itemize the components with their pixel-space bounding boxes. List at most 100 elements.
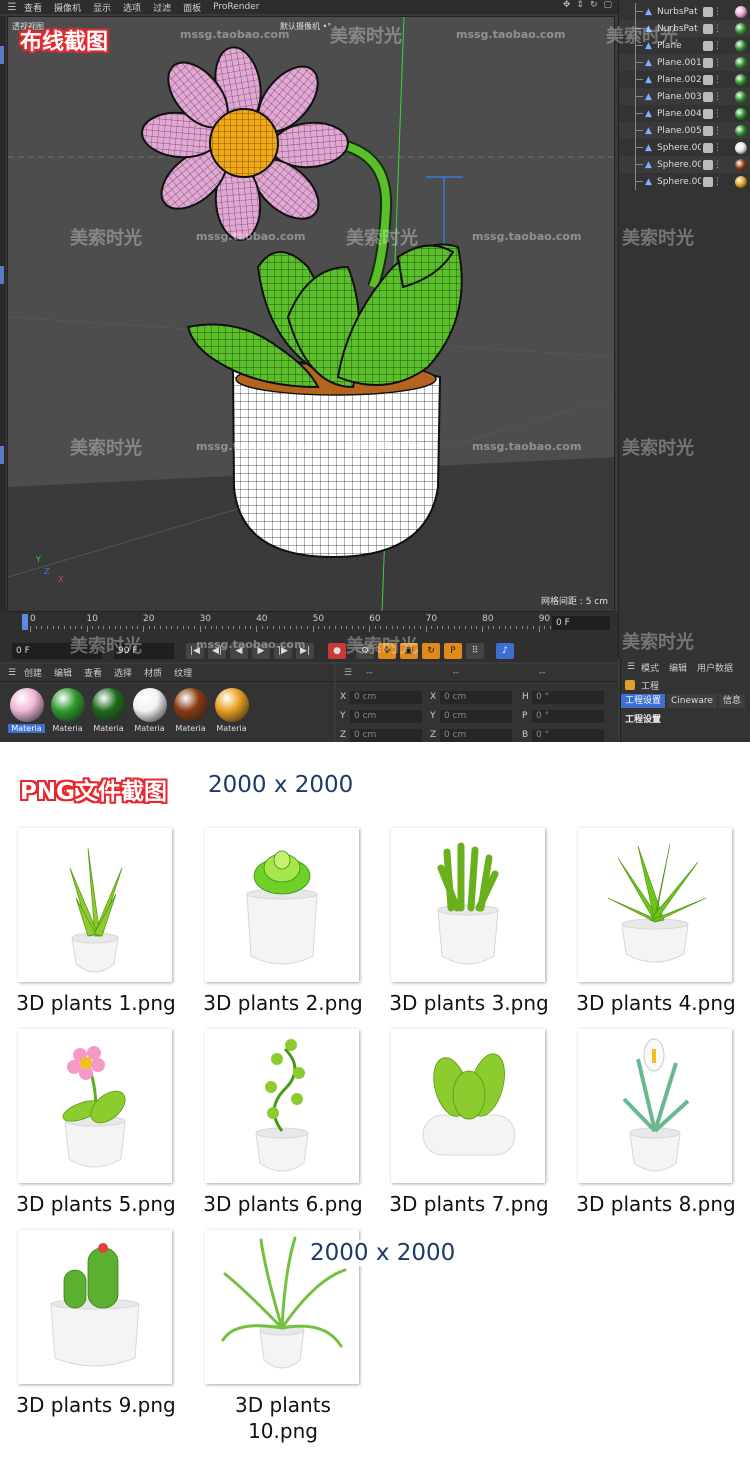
material-swatch[interactable]: Materia [90, 688, 127, 733]
material-swatch[interactable]: Materia [8, 688, 45, 733]
object-row[interactable]: ▲ Sphere.00 ⋮ [619, 139, 750, 156]
coord-value-input[interactable]: 0 cm [350, 728, 422, 742]
visibility-check-icon[interactable] [703, 125, 713, 136]
object-row[interactable]: ▲ Plane ⋮ [619, 37, 750, 54]
autokey-icon[interactable]: ⚙ [356, 643, 374, 659]
visibility-check-icon[interactable] [703, 74, 713, 85]
key-grid-icon[interactable]: ⠿ [466, 643, 484, 659]
coord-value-input[interactable]: 0 cm [350, 690, 422, 704]
object-row[interactable]: ▲ Plane.002 ⋮ [619, 71, 750, 88]
menu-view[interactable]: 查看 [24, 1, 42, 14]
menu-display[interactable]: 显示 [93, 1, 111, 14]
maximize-view-icon[interactable]: ▢ [603, 0, 612, 10]
render-dots-icon[interactable]: ⋮ [713, 24, 722, 34]
next-key-icon[interactable]: |▶ [274, 643, 292, 659]
coord-value-input[interactable]: 0 ° [532, 709, 604, 723]
render-dots-icon[interactable]: ⋮ [713, 160, 722, 170]
coord-value-input[interactable]: 0 cm [440, 728, 512, 742]
render-dots-icon[interactable]: ⋮ [713, 58, 722, 68]
current-frame-field[interactable]: 0 F [12, 643, 102, 659]
record-icon[interactable]: ● [328, 643, 346, 659]
previous-key-icon[interactable]: ◀| [208, 643, 226, 659]
coord-value-input[interactable]: 0 ° [532, 690, 604, 704]
mat-menu-select[interactable]: 选择 [114, 666, 132, 679]
rotate-view-icon[interactable]: ↻ [590, 0, 598, 10]
go-to-start-icon[interactable]: |◀ [186, 643, 204, 659]
material-tag-icon[interactable] [735, 5, 747, 18]
render-dots-icon[interactable]: ⋮ [713, 143, 722, 153]
key-param-icon[interactable]: P [444, 643, 462, 659]
key-rotation-icon[interactable]: ↻ [422, 643, 440, 659]
menu-filter[interactable]: 过滤 [153, 1, 171, 14]
tool-block[interactable] [0, 266, 4, 284]
material-tag-icon[interactable] [735, 141, 747, 154]
mat-menu-edit[interactable]: 编辑 [54, 666, 72, 679]
render-dots-icon[interactable]: ⋮ [713, 75, 722, 85]
tool-block[interactable] [0, 46, 4, 64]
sound-icon[interactable]: ♪ [496, 643, 514, 659]
visibility-check-icon[interactable] [703, 91, 713, 102]
material-tag-icon[interactable] [735, 90, 747, 103]
material-tag-icon[interactable] [735, 124, 747, 137]
png-thumbnail-tile[interactable]: 3D plants 8.png [576, 1029, 736, 1217]
material-swatch[interactable]: Materia [49, 688, 86, 733]
visibility-check-icon[interactable] [703, 108, 713, 119]
png-thumbnail-tile[interactable]: 3D plants 1.png [16, 828, 176, 1016]
png-thumbnail-tile[interactable]: 3D plants 5.png [16, 1029, 176, 1217]
coord-value-input[interactable]: 0 cm [440, 709, 512, 723]
end-frame-field[interactable]: 90 F [114, 643, 174, 659]
zoom-view-icon[interactable]: ⇕ [576, 0, 584, 10]
material-tag-icon[interactable] [735, 73, 747, 86]
go-to-end-icon[interactable]: ▶| [296, 643, 314, 659]
key-scale-icon[interactable]: ▣ [400, 643, 418, 659]
playhead[interactable] [22, 614, 28, 630]
menu-camera[interactable]: 摄像机 [54, 1, 81, 14]
tab-cineware[interactable]: Cineware [667, 694, 717, 708]
visibility-check-icon[interactable] [703, 57, 713, 68]
menu-icon[interactable]: ☰ [0, 2, 24, 13]
mat-menu-create[interactable]: 创建 [24, 666, 42, 679]
material-tag-icon[interactable] [735, 175, 747, 188]
png-thumbnail-tile[interactable]: 3D plants 3.png [389, 828, 549, 1016]
menu-icon[interactable]: ☰ [621, 662, 641, 672]
render-dots-icon[interactable]: ⋮ [713, 177, 722, 187]
coord-value-input[interactable]: 0 ° [532, 728, 604, 742]
perspective-viewport[interactable]: 透视视图 默认摄像机 •° 网格间距 : 5 cm Y X Z [7, 16, 615, 612]
object-row[interactable]: ▲ NurbsPat ⋮ [619, 3, 750, 20]
mat-menu-texture[interactable]: 纹理 [174, 666, 192, 679]
material-swatch[interactable]: Materia [213, 688, 250, 733]
object-row[interactable]: ▲ Plane.005 ⋮ [619, 122, 750, 139]
coord-value-input[interactable]: 0 cm [350, 709, 422, 723]
previous-frame-icon[interactable]: ◀ [230, 643, 248, 659]
render-dots-icon[interactable]: ⋮ [713, 41, 722, 51]
menu-options[interactable]: 选项 [123, 1, 141, 14]
frame-range-field[interactable]: 0 F [552, 616, 610, 630]
render-dots-icon[interactable]: ⋮ [713, 92, 722, 102]
move-view-icon[interactable]: ✥ [563, 0, 571, 10]
png-thumbnail-tile[interactable]: 3D plants 7.png [389, 1029, 549, 1217]
menu-panel[interactable]: 面板 [183, 1, 201, 14]
render-dots-icon[interactable]: ⋮ [713, 126, 722, 136]
object-row[interactable]: ▲ Plane.004 ⋮ [619, 105, 750, 122]
object-row[interactable]: ▲ Sphere.00 ⋮ [619, 173, 750, 190]
visibility-check-icon[interactable] [703, 176, 713, 187]
object-row[interactable]: ▲ Plane.003 ⋮ [619, 88, 750, 105]
render-dots-icon[interactable]: ⋮ [713, 7, 722, 17]
coord-value-input[interactable]: 0 cm [440, 690, 512, 704]
tab-project-settings[interactable]: 工程设置 [621, 694, 666, 708]
visibility-check-icon[interactable] [703, 142, 713, 153]
key-position-icon[interactable]: ✥ [378, 643, 396, 659]
material-swatch[interactable]: Materia [172, 688, 209, 733]
attr-menu-mode[interactable]: 模式 [641, 661, 659, 674]
material-tag-icon[interactable] [735, 158, 747, 171]
png-thumbnail-tile[interactable]: 3D plants 2.png [203, 828, 363, 1016]
menu-prorender[interactable]: ProRender [213, 2, 259, 12]
attr-menu-userdata[interactable]: 用户数据 [697, 661, 733, 674]
material-tag-icon[interactable] [735, 56, 747, 69]
png-thumbnail-tile[interactable]: 3D plants 4.png [576, 828, 736, 1016]
material-tag-icon[interactable] [735, 107, 747, 120]
object-row[interactable]: ▲ Sphere.00 ⋮ [619, 156, 750, 173]
material-swatch[interactable]: Materia [131, 688, 168, 733]
tab-info[interactable]: 信息 [718, 694, 745, 708]
viewport-camera[interactable]: 默认摄像机 •° [280, 21, 331, 32]
